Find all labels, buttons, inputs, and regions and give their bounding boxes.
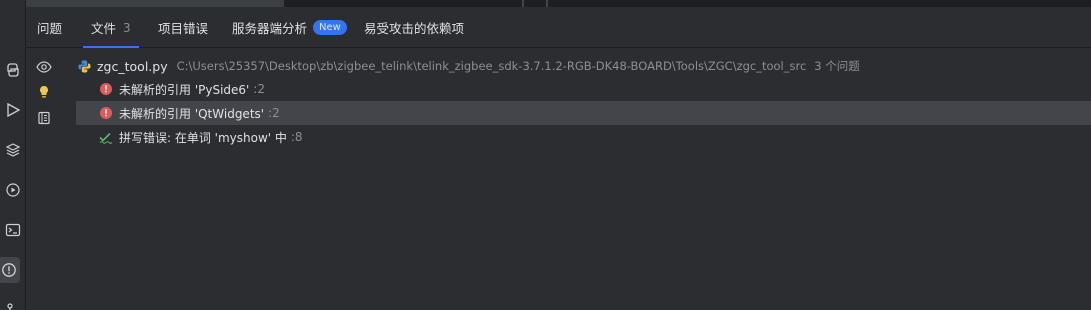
- lightbulb-icon[interactable]: [34, 82, 54, 102]
- python-file-icon: [76, 58, 92, 74]
- problem-row[interactable]: 未解析的引用 'PySide6' :2: [76, 77, 1091, 101]
- tab-count: 3: [123, 20, 131, 35]
- tab-bar: 问题 文件 3 项目错误 服务器端分析 New 易受攻击的依赖项: [26, 7, 1091, 48]
- tab-files[interactable]: 文件 3: [83, 7, 139, 48]
- left-tool-strip: [0, 0, 26, 310]
- side-toolbar: [26, 48, 66, 310]
- divider: [546, 0, 548, 7]
- problem-message: 拼写错误: 在单词 'myshow' 中: [119, 130, 287, 145]
- tab-vulnerable-dependencies[interactable]: 易受攻击的依赖项: [364, 7, 464, 48]
- top-scroll-strip: [26, 0, 1091, 7]
- problem-line: :2: [268, 106, 280, 120]
- git-icon[interactable]: [0, 297, 26, 310]
- file-node[interactable]: zgc_tool.py C:\Users\25357\Desktop\zb\zi…: [76, 54, 1091, 78]
- new-badge: New: [313, 20, 347, 35]
- preview-icon[interactable]: [34, 108, 54, 128]
- tab-label: 问题: [37, 21, 63, 36]
- run-icon[interactable]: [0, 97, 26, 123]
- scroll-thumb[interactable]: [26, 0, 284, 7]
- problems-tool-window: 问题 文件 3 项目错误 服务器端分析 New 易受攻击的依赖项 zgc_too…: [0, 0, 1091, 310]
- problem-line: :8: [290, 130, 303, 144]
- tab-problems[interactable]: 问题: [37, 7, 62, 48]
- problem-count: 3 个问题: [814, 59, 860, 73]
- file-path: C:\Users\25357\Desktop\zb\zigbee_telink\…: [176, 59, 807, 73]
- layers-icon[interactable]: [0, 137, 26, 163]
- problem-row[interactable]: 未解析的引用 'QtWidgets' :2: [76, 101, 1091, 125]
- problem-message: 未解析的引用 'PySide6': [119, 82, 250, 97]
- error-icon: [98, 81, 114, 97]
- problems-icon[interactable]: [0, 257, 20, 283]
- tab-project-errors[interactable]: 项目错误: [158, 7, 208, 48]
- problem-message: 未解析的引用 'QtWidgets': [119, 106, 265, 121]
- error-icon: [98, 105, 114, 121]
- python-icon[interactable]: [0, 57, 26, 83]
- tab-server-side-analysis[interactable]: 服务器端分析 New: [232, 7, 347, 48]
- services-icon[interactable]: [0, 177, 26, 203]
- problem-line: :2: [253, 82, 266, 96]
- file-name: zgc_tool.py: [97, 58, 168, 74]
- divider: [522, 0, 524, 7]
- tab-label: 文件: [91, 21, 117, 36]
- problem-row[interactable]: 拼写错误: 在单词 'myshow' 中 :8: [76, 125, 1091, 149]
- typo-check-icon: [98, 129, 114, 145]
- eye-icon[interactable]: [34, 57, 54, 77]
- tab-label: 服务器端分析: [232, 21, 308, 36]
- problems-panel: zgc_tool.py C:\Users\25357\Desktop\zb\zi…: [26, 48, 1091, 310]
- tab-label: 项目错误: [158, 21, 209, 36]
- tab-label: 易受攻击的依赖项: [364, 21, 465, 36]
- terminal-icon[interactable]: [0, 217, 26, 243]
